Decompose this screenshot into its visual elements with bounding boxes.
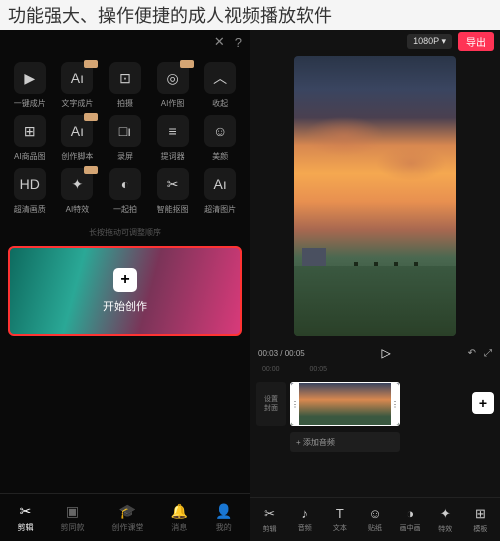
smiley-icon: ☺ bbox=[204, 115, 236, 147]
tool-row-1: ▶一键成片 Aı文字成片 ⊡拍摄 ◎AI作图 ︿收起 bbox=[6, 62, 244, 109]
chevron-up-icon: ︿ bbox=[204, 62, 236, 94]
tool-hd[interactable]: HD超清画质 bbox=[9, 168, 51, 215]
nav-edit[interactable]: ✂剪辑 bbox=[18, 503, 34, 533]
graduation-icon: 🎓 bbox=[119, 503, 136, 520]
tool-script[interactable]: Aı创作脚本 bbox=[56, 115, 98, 162]
sparkle-icon: ✦ bbox=[440, 506, 451, 522]
tool-hd-image[interactable]: Aı超清图片 bbox=[199, 168, 241, 215]
page-title: 功能强大、操作便捷的成人视频播放软件 bbox=[0, 0, 500, 30]
playbar: 00:03 / 00:05 ▷ ↶ ⤢ bbox=[250, 340, 500, 366]
new-badge bbox=[84, 113, 98, 121]
tool-template[interactable]: ⊞模板 bbox=[463, 506, 498, 534]
left-pane: ✕ ? ▶一键成片 Aı文字成片 ⊡拍摄 ◎AI作图 ︿收起 ⊞AI商品图 Aı… bbox=[0, 30, 250, 541]
pip-icon: ◑ bbox=[406, 506, 414, 521]
tool-row-3: HD超清画质 ✦AI特效 ◐一起拍 ✂智能抠图 Aı超清图片 bbox=[6, 168, 244, 215]
record-icon: □ı bbox=[109, 115, 141, 147]
video-preview[interactable] bbox=[294, 56, 456, 336]
video-clip[interactable]: ⋮ ⋮ bbox=[290, 382, 400, 426]
tool-row-2: ⊞AI商品图 Aı创作脚本 □ı录屏 ≡提词器 ☺美颜 bbox=[6, 115, 244, 162]
nav-profile[interactable]: 👤我的 bbox=[215, 503, 232, 533]
ruler-tick: 00:05 bbox=[310, 366, 328, 378]
hd-image-icon: Aı bbox=[204, 168, 236, 200]
add-audio-button[interactable]: + 添加音频 bbox=[290, 432, 400, 452]
close-icon[interactable]: ✕ bbox=[214, 34, 225, 50]
tool-collapse[interactable]: ︿收起 bbox=[199, 62, 241, 109]
tool-teleprompter[interactable]: ≡提词器 bbox=[152, 115, 194, 162]
resolution-select[interactable]: 1080P ▾ bbox=[407, 34, 452, 49]
play-button[interactable]: ▷ bbox=[382, 346, 391, 360]
cutout-icon: ✂ bbox=[157, 168, 189, 200]
clip-handle-right[interactable]: ⋮ bbox=[391, 383, 399, 425]
timeline-ruler: 00:00 00:05 bbox=[250, 366, 500, 378]
timeline[interactable]: 设置 封面 ⋮ ⋮ + + 添加音频 bbox=[250, 378, 500, 497]
undo-button[interactable]: ↶ bbox=[468, 348, 476, 359]
set-cover-button[interactable]: 设置 封面 bbox=[256, 382, 286, 426]
ruler-tick: 00:00 bbox=[262, 366, 280, 378]
new-badge bbox=[180, 60, 194, 68]
tool-text-to-video[interactable]: Aı文字成片 bbox=[56, 62, 98, 109]
sticker-icon: ☺ bbox=[368, 506, 381, 521]
tool-effects[interactable]: ✦特效 bbox=[428, 506, 463, 534]
start-create-button[interactable]: + 开始创作 bbox=[8, 246, 242, 336]
hd-icon: HD bbox=[14, 168, 46, 200]
start-create-label: 开始创作 bbox=[103, 298, 147, 314]
bottom-nav: ✂剪辑 ▣剪同款 🎓创作课堂 🔔消息 👤我的 bbox=[0, 493, 250, 541]
user-icon: 👤 bbox=[215, 503, 232, 520]
clip-handle-left[interactable]: ⋮ bbox=[291, 383, 299, 425]
tool-text[interactable]: T文本 bbox=[322, 506, 357, 533]
text-icon: T bbox=[336, 506, 344, 521]
tool-ai-effect[interactable]: ✦AI特效 bbox=[56, 168, 98, 215]
drag-hint: 长按拖动可调整顺序 bbox=[0, 227, 250, 238]
tool-edit[interactable]: ✂剪辑 bbox=[252, 506, 287, 534]
template-icon: ▣ bbox=[66, 503, 79, 520]
template-icon: ⊞ bbox=[475, 506, 486, 522]
tool-record[interactable]: □ı录屏 bbox=[104, 115, 146, 162]
help-icon[interactable]: ? bbox=[235, 35, 242, 50]
scissors-icon: ✂ bbox=[20, 503, 32, 520]
right-pane: 1080P ▾ 导出 00:03 / 00:05 ▷ ↶ ⤢ 00:00 00:… bbox=[250, 30, 500, 541]
tool-sticker[interactable]: ☺贴纸 bbox=[357, 506, 392, 533]
tool-pip[interactable]: ◑画中画 bbox=[393, 506, 428, 533]
grid-icon: ⊞ bbox=[14, 115, 46, 147]
new-badge bbox=[84, 166, 98, 174]
tool-ai-product[interactable]: ⊞AI商品图 bbox=[9, 115, 51, 162]
nav-learn[interactable]: 🎓创作课堂 bbox=[112, 503, 144, 533]
time-display: 00:03 / 00:05 bbox=[258, 349, 305, 358]
editor-toolbar: ✂剪辑 ♪音频 T文本 ☺贴纸 ◑画中画 ✦特效 ⊞模板 bbox=[250, 497, 500, 541]
add-clip-button[interactable]: + bbox=[472, 392, 494, 414]
play-icon: ▶ bbox=[14, 62, 46, 94]
tool-camera[interactable]: ⊡拍摄 bbox=[104, 62, 146, 109]
bell-icon: 🔔 bbox=[171, 503, 188, 520]
camera-icon: ⊡ bbox=[109, 62, 141, 94]
nav-messages[interactable]: 🔔消息 bbox=[171, 503, 188, 533]
new-badge bbox=[84, 60, 98, 68]
scissors-icon: ✂ bbox=[264, 506, 275, 522]
tool-cutout[interactable]: ✂智能抠图 bbox=[152, 168, 194, 215]
plus-icon: + bbox=[113, 268, 137, 292]
tool-ai-image[interactable]: ◎AI作图 bbox=[152, 62, 194, 109]
tool-together[interactable]: ◐一起拍 bbox=[104, 168, 146, 215]
tool-audio[interactable]: ♪音频 bbox=[287, 506, 322, 533]
duo-icon: ◐ bbox=[109, 168, 141, 200]
export-button[interactable]: 导出 bbox=[458, 32, 494, 51]
fullscreen-button[interactable]: ⤢ bbox=[484, 348, 492, 359]
tool-grid: ▶一键成片 Aı文字成片 ⊡拍摄 ◎AI作图 ︿收起 ⊞AI商品图 Aı创作脚本… bbox=[0, 54, 250, 225]
tool-one-click[interactable]: ▶一键成片 bbox=[9, 62, 51, 109]
music-icon: ♪ bbox=[301, 506, 308, 521]
tool-beauty[interactable]: ☺美颜 bbox=[199, 115, 241, 162]
teleprompter-icon: ≡ bbox=[157, 115, 189, 147]
nav-templates[interactable]: ▣剪同款 bbox=[61, 503, 85, 533]
